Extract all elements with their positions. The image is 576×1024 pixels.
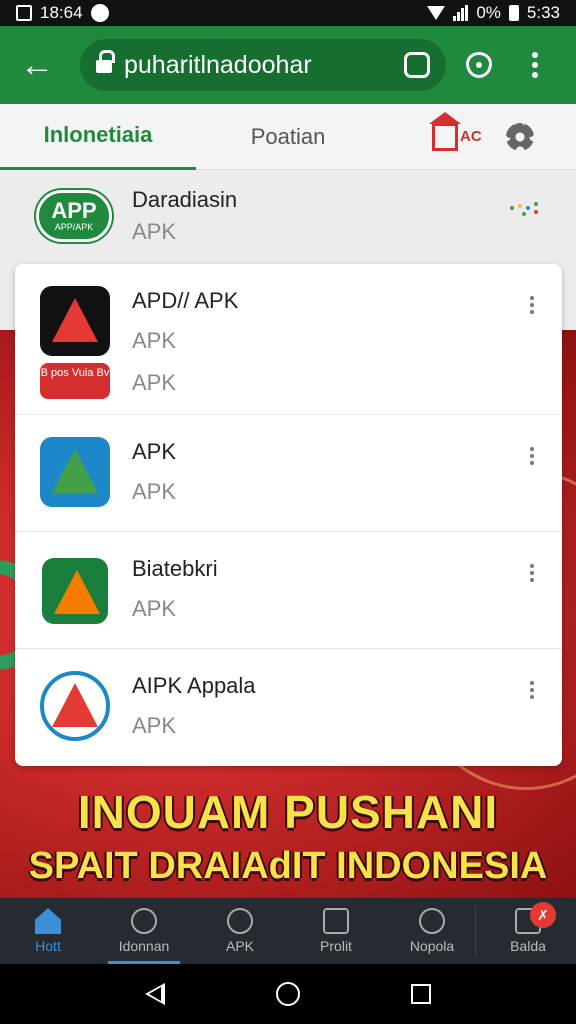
- promo-badge: B pos Vuia Bv: [40, 363, 110, 399]
- item-title: APD// APK: [132, 288, 239, 313]
- system-home-icon[interactable]: [275, 982, 300, 1006]
- battery-icon: [508, 5, 519, 21]
- status-left: 18:64: [16, 3, 109, 23]
- nav-label: Idonnan: [118, 938, 170, 954]
- app-logo-text: APP: [51, 198, 97, 223]
- list-item-top[interactable]: APP APP/APK Daradiasin APK: [0, 170, 576, 262]
- system-recents-icon[interactable]: [410, 984, 431, 1004]
- app-list-card: B pos Vuia Bv APD// APK APK APK APK APK …: [15, 264, 562, 766]
- more-vert-icon[interactable]: [530, 564, 534, 582]
- feed-icon: [419, 908, 445, 934]
- nav-label: Prolit: [320, 938, 352, 954]
- status-right: 0% 5:33: [427, 3, 560, 23]
- app-logo-subtext: APP/APK: [54, 222, 94, 232]
- url-text: puharitlnadoohar: [124, 50, 312, 79]
- more-vert-icon: [532, 52, 538, 78]
- nav-label: Nopola: [409, 938, 455, 954]
- more-vert-icon[interactable]: [530, 296, 534, 314]
- item-title: Biatebkri: [132, 556, 218, 581]
- store-button[interactable]: AC: [429, 111, 482, 151]
- notification-badge-icon: ✗: [530, 902, 556, 928]
- gallery-icon: [16, 5, 32, 21]
- shield-button[interactable]: [456, 42, 502, 88]
- loading-dots-icon: [510, 200, 540, 220]
- banner-subheadline: SPAIT DRAIAdIT INDONESIA: [28, 845, 548, 887]
- more-vert-icon[interactable]: [530, 447, 534, 465]
- lock-icon: [96, 50, 115, 74]
- tab-indonesia[interactable]: Inlonetiaia: [0, 104, 196, 170]
- open-tab-icon[interactable]: [404, 52, 430, 78]
- nav-profile[interactable]: Prolit: [288, 898, 384, 964]
- tab-popular[interactable]: Poatian: [196, 104, 380, 170]
- list-item[interactable]: B pos Vuia Bv APD// APK APK APK: [15, 264, 562, 415]
- more-vert-icon[interactable]: [530, 681, 534, 699]
- item-text: APD// APK APK APK: [132, 288, 238, 396]
- item-subtitle: APK: [132, 596, 177, 621]
- triangle-logo-icon: [52, 298, 98, 342]
- wifi-icon: [427, 6, 446, 20]
- item-subtitle-2: APK: [132, 370, 177, 395]
- nav-popular[interactable]: Nopola: [384, 898, 480, 964]
- battery-percent: 0%: [476, 3, 501, 22]
- item-subtitle: APK: [132, 479, 177, 504]
- row-subtitle: APK: [132, 219, 177, 244]
- list-item[interactable]: APK APK: [15, 415, 562, 532]
- status-time-left: 18:64: [40, 3, 83, 22]
- item-text: AIPK Appala APK: [132, 673, 256, 739]
- app-notification-icon: [90, 4, 109, 22]
- bottom-navigation: Hott Idonnan APK Prolit Nopola ✗ Balda: [0, 898, 576, 964]
- triangle-logo-icon: [52, 449, 98, 493]
- app-icon: [40, 437, 110, 507]
- item-text: APK APK: [132, 439, 176, 505]
- item-subtitle: APK: [132, 328, 177, 353]
- status-time-right: 5:33: [526, 3, 560, 22]
- compass-icon: [131, 908, 157, 934]
- triangle-logo-icon: [54, 570, 100, 614]
- item-title: AIPK Appala: [132, 673, 256, 698]
- nav-label: APK: [225, 938, 254, 954]
- triangle-logo-icon: [52, 683, 98, 727]
- app-icon: [40, 671, 110, 741]
- app-logo-icon: APP APP/APK: [36, 190, 112, 242]
- edit-icon: [323, 908, 349, 934]
- app-icon: [42, 558, 108, 624]
- app-icon: [40, 286, 110, 356]
- back-arrow-icon[interactable]: ←: [14, 42, 60, 88]
- nav-indonesia[interactable]: Idonnan: [96, 898, 192, 964]
- item-text: Biatebkri APK: [132, 556, 218, 622]
- store-icon: [429, 111, 461, 151]
- overflow-menu-button[interactable]: [512, 42, 558, 88]
- search-icon: [227, 908, 253, 934]
- nav-label: Balda: [510, 938, 546, 954]
- row-title: Daradiasin: [132, 187, 238, 212]
- store-tag: AC: [460, 128, 482, 145]
- list-item[interactable]: AIPK Appala APK: [15, 649, 562, 766]
- row-text: Daradiasin APK: [132, 187, 237, 245]
- system-navigation: [0, 964, 576, 1024]
- tab-bar: Inlonetiaia Poatian AC: [0, 104, 576, 170]
- shield-icon: [466, 52, 492, 78]
- item-subtitle: APK: [132, 713, 177, 738]
- gear-icon[interactable]: [505, 122, 534, 151]
- nav-balda[interactable]: ✗ Balda: [480, 898, 576, 964]
- status-bar: 18:64 0% 5:33: [0, 0, 576, 26]
- nav-label: Hott: [35, 938, 61, 954]
- nav-divider: [475, 906, 476, 956]
- url-bar[interactable]: puharitlnadoohar: [80, 39, 446, 91]
- home-icon: [35, 908, 61, 934]
- banner-headline: INOUAM PUSHANI: [77, 786, 499, 838]
- nav-apk[interactable]: APK: [192, 898, 288, 964]
- list-item[interactable]: Biatebkri APK: [15, 532, 562, 649]
- browser-toolbar: ← puharitlnadoohar: [0, 26, 576, 104]
- nav-home[interactable]: Hott: [0, 898, 96, 964]
- item-title: APK: [132, 439, 177, 464]
- system-back-icon[interactable]: [145, 983, 166, 1005]
- signal-icon: [453, 5, 469, 21]
